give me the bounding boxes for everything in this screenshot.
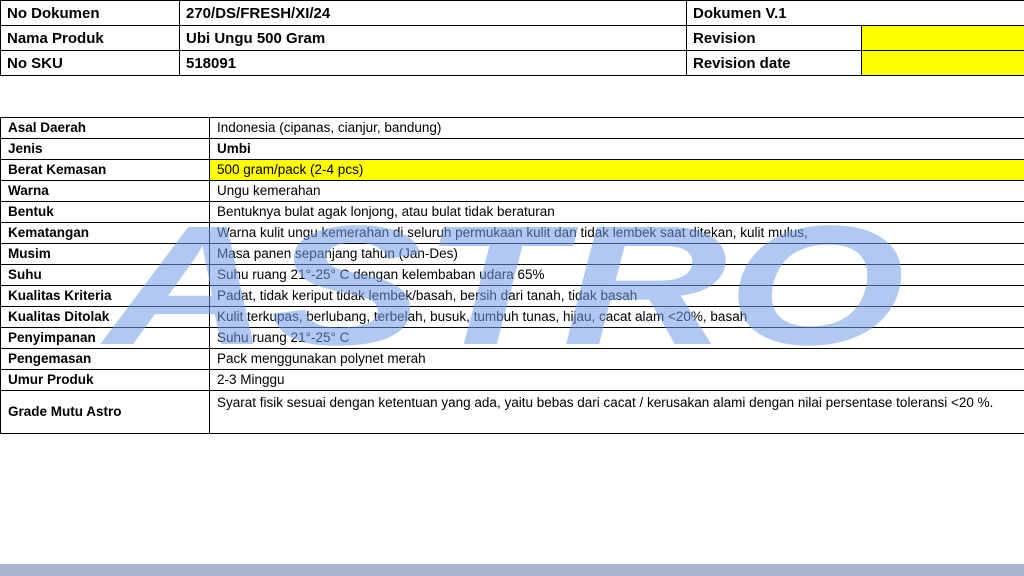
doc-version: Dokumen V.1 [686,0,1024,26]
spec-row: Grade Mutu Astro Syarat fisik sesuai den… [0,390,1024,434]
spec-row-highlighted: Berat Kemasan 500 gram/pack (2-4 pcs) [0,159,1024,181]
spec-row: Kualitas Kriteria Padat, tidak keriput t… [0,285,1024,307]
spec-value: Padat, tidak keriput tidak lembek/basah,… [209,285,1024,307]
spec-value: Umbi [209,138,1024,160]
spec-value: Bentuknya bulat agak lonjong, atau bulat… [209,201,1024,223]
spec-label: Grade Mutu Astro [0,390,210,434]
revision-date-label: Revision date [686,50,862,76]
header-row-product: Nama Produk Ubi Ungu 500 Gram Revision [0,25,1024,51]
spec-label: Umur Produk [0,369,210,391]
spec-label: Pengemasan [0,348,210,370]
specification-table: Asal Daerah Indonesia (cipanas, cianjur,… [0,117,1024,434]
spec-value: Kulit terkupas, berlubang, terbelah, bus… [209,306,1024,328]
sku-label: No SKU [0,50,180,76]
spec-row: Warna Ungu kemerahan [0,180,1024,202]
spec-label: Warna [0,180,210,202]
spec-row: Pengemasan Pack menggunakan polynet mera… [0,348,1024,370]
spec-value: Masa panen sepanjang tahun (Jan-Des) [209,243,1024,265]
spec-label: Kualitas Ditolak [0,306,210,328]
spec-label: Jenis [0,138,210,160]
spec-row: Kualitas Ditolak Kulit terkupas, berluba… [0,306,1024,328]
spec-label: Bentuk [0,201,210,223]
sku-value: 518091 [179,50,687,76]
spec-value: Suhu ruang 21°-25° C [209,327,1024,349]
spec-value: Ungu kemerahan [209,180,1024,202]
doc-no-value: 270/DS/FRESH/XI/24 [179,0,687,26]
spec-value: 500 gram/pack (2-4 pcs) [209,159,1024,181]
spec-label: Musim [0,243,210,265]
spec-row: Umur Produk 2-3 Minggu [0,369,1024,391]
footer-bar [0,564,1024,576]
product-value: Ubi Ungu 500 Gram [179,25,687,51]
spec-label: Kematangan [0,222,210,244]
spec-row: Suhu Suhu ruang 21°-25° C dengan kelemba… [0,264,1024,286]
revision-label: Revision [686,25,862,51]
revision-date-value [861,50,1024,76]
spec-value: Warna kulit ungu kemerahan di seluruh pe… [209,222,1024,244]
spec-value: Pack menggunakan polynet merah [209,348,1024,370]
spec-label: Penyimpanan [0,327,210,349]
header-row-sku: No SKU 518091 Revision date [0,50,1024,76]
spec-row: Asal Daerah Indonesia (cipanas, cianjur,… [0,117,1024,139]
spec-value: 2-3 Minggu [209,369,1024,391]
spec-row: Penyimpanan Suhu ruang 21°-25° C [0,327,1024,349]
spec-value: Suhu ruang 21°-25° C dengan kelembaban u… [209,264,1024,286]
spec-row: Jenis Umbi [0,138,1024,160]
spec-label: Suhu [0,264,210,286]
document-page: No Dokumen 270/DS/FRESH/XI/24 Dokumen V.… [0,0,1024,576]
doc-no-label: No Dokumen [0,0,180,26]
spec-label: Kualitas Kriteria [0,285,210,307]
spec-value: Syarat fisik sesuai dengan ketentuan yan… [209,390,1024,434]
product-label: Nama Produk [0,25,180,51]
spec-row: Kematangan Warna kulit ungu kemerahan di… [0,222,1024,244]
header-row-doc-no: No Dokumen 270/DS/FRESH/XI/24 Dokumen V.… [0,0,1024,26]
spec-row: Musim Masa panen sepanjang tahun (Jan-De… [0,243,1024,265]
spec-row: Bentuk Bentuknya bulat agak lonjong, ata… [0,201,1024,223]
spec-label: Berat Kemasan [0,159,210,181]
revision-value [861,25,1024,51]
spec-label: Asal Daerah [0,117,210,139]
document-header-table: No Dokumen 270/DS/FRESH/XI/24 Dokumen V.… [0,0,1024,76]
spec-value: Indonesia (cipanas, cianjur, bandung) [209,117,1024,139]
